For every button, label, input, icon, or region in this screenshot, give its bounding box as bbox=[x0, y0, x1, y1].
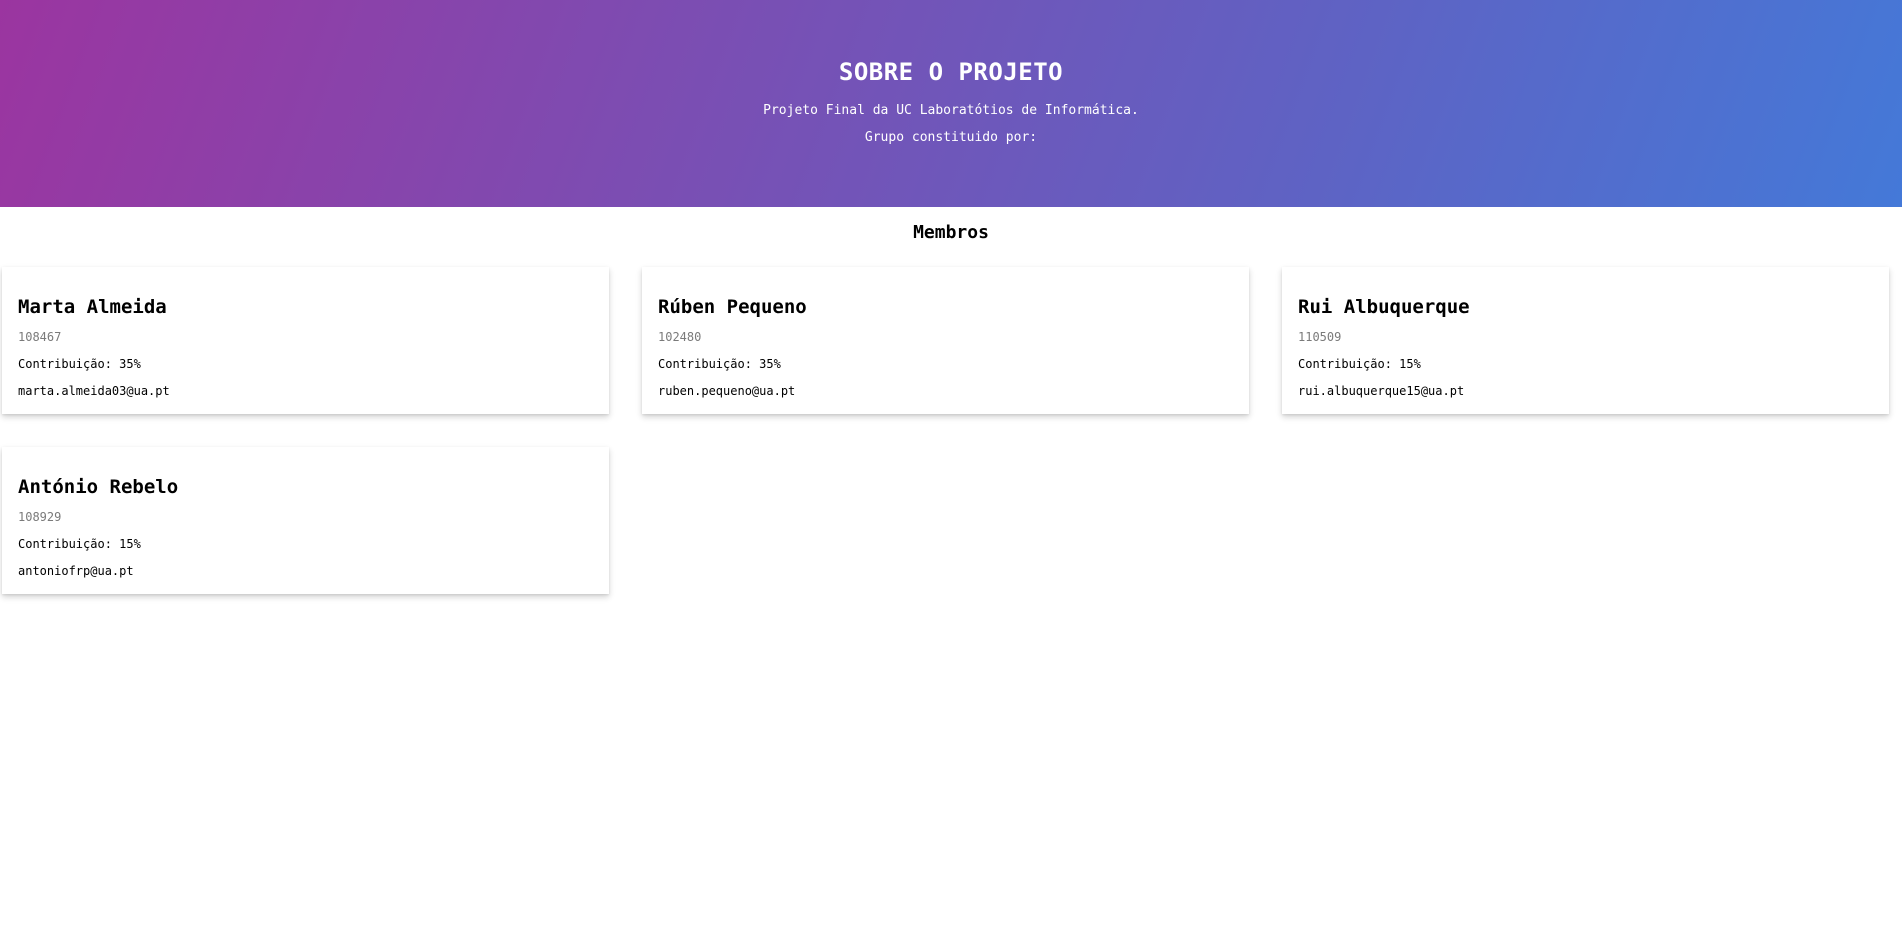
member-card: Marta Almeida 108467 Contribuição: 35% m… bbox=[2, 267, 609, 414]
member-id: 108929 bbox=[18, 510, 62, 524]
member-contribution: Contribuição: 15% bbox=[1298, 357, 1421, 371]
members-heading: Membros bbox=[913, 222, 989, 243]
member-card: Rui Albuquerque 110509 Contribuição: 15%… bbox=[1282, 267, 1889, 414]
members-grid: Marta Almeida 108467 Contribuição: 35% m… bbox=[0, 267, 1902, 594]
member-contribution: Contribuição: 15% bbox=[18, 537, 141, 551]
member-card: António Rebelo 108929 Contribuição: 15% … bbox=[2, 447, 609, 594]
member-name: Rui Albuquerque bbox=[1298, 296, 1470, 318]
project-description: Projeto Final da UC Laboratótios de Info… bbox=[763, 103, 1139, 118]
member-contribution: Contribuição: 35% bbox=[658, 357, 781, 371]
member-id: 108467 bbox=[18, 330, 62, 344]
member-id: 102480 bbox=[658, 330, 702, 344]
member-card: Rúben Pequeno 102480 Contribuição: 35% r… bbox=[642, 267, 1249, 414]
member-name: António Rebelo bbox=[18, 476, 179, 498]
member-contribution: Contribuição: 35% bbox=[18, 357, 141, 371]
member-id: 110509 bbox=[1298, 330, 1342, 344]
member-email: ruben.pequeno@ua.pt bbox=[658, 384, 796, 398]
group-intro: Grupo constituido por: bbox=[864, 130, 1038, 145]
member-email: antoniofrp@ua.pt bbox=[18, 564, 134, 578]
member-name: Rúben Pequeno bbox=[658, 296, 807, 318]
page-title: SOBRE O PROJETO bbox=[838, 58, 1064, 86]
member-name: Marta Almeida bbox=[18, 296, 167, 318]
about-hero: SOBRE O PROJETO Projeto Final da UC Labo… bbox=[0, 0, 1902, 207]
member-email: rui.albuquerque15@ua.pt bbox=[1298, 384, 1465, 398]
member-email: marta.almeida03@ua.pt bbox=[18, 384, 170, 398]
